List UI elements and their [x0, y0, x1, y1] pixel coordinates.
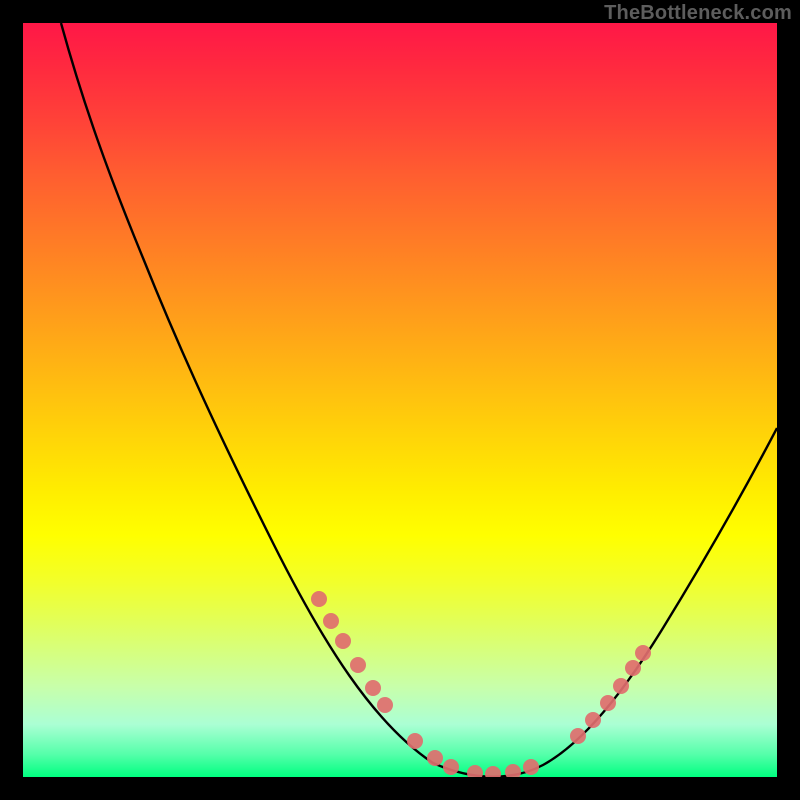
marker-dot: [443, 759, 459, 775]
marker-dot: [427, 750, 443, 766]
marker-dot: [335, 633, 351, 649]
marker-dot: [635, 645, 651, 661]
marker-dot: [613, 678, 629, 694]
marker-dot: [377, 697, 393, 713]
marker-group: [311, 591, 651, 777]
marker-dot: [323, 613, 339, 629]
bottleneck-curve: [61, 23, 777, 777]
plot-area: [23, 23, 777, 777]
marker-dot: [365, 680, 381, 696]
marker-dot: [505, 764, 521, 777]
marker-dot: [311, 591, 327, 607]
marker-dot: [523, 759, 539, 775]
marker-dot: [350, 657, 366, 673]
marker-dot: [467, 765, 483, 777]
marker-dot: [585, 712, 601, 728]
marker-dot: [485, 766, 501, 777]
chart-frame: TheBottleneck.com: [0, 0, 800, 800]
marker-dot: [570, 728, 586, 744]
marker-dot: [625, 660, 641, 676]
chart-svg: [23, 23, 777, 777]
watermark-text: TheBottleneck.com: [604, 2, 792, 25]
marker-dot: [407, 733, 423, 749]
marker-dot: [600, 695, 616, 711]
